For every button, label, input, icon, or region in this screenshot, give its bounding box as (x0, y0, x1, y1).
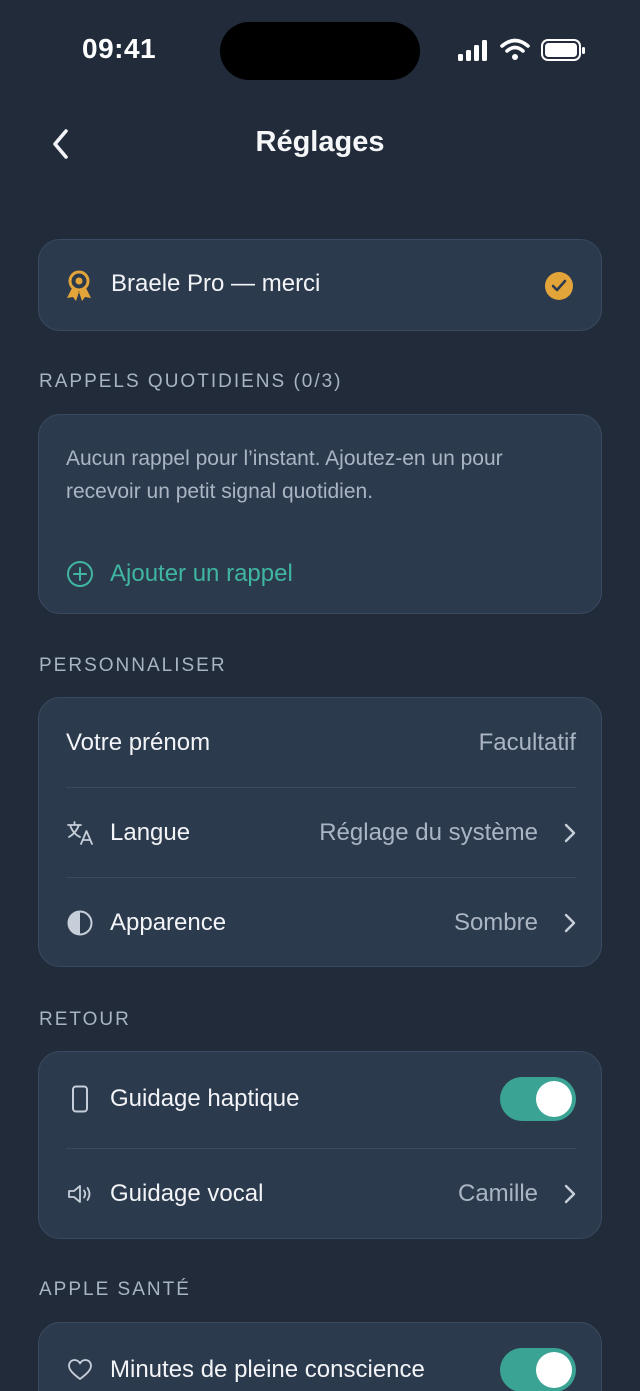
translate-icon (66, 819, 94, 847)
haptic-title: Guidage haptique (110, 1085, 300, 1112)
contrast-icon (66, 909, 94, 937)
chevron-right-icon (552, 911, 576, 935)
chevron-right-icon (552, 821, 576, 845)
pro-status-card[interactable]: Braele Pro — merci (38, 239, 602, 331)
reminders-card: Aucun rappel pour l’instant. Ajoutez-en … (38, 414, 602, 614)
nav-bar: Réglages (0, 108, 640, 180)
chevron-right-icon (552, 1182, 576, 1206)
add-reminder-button[interactable]: Ajouter un rappel (66, 556, 293, 592)
toggle-knob (536, 1081, 572, 1117)
toggle-knob (536, 1352, 572, 1388)
personalize-section-label: PERSONNALISER (39, 655, 227, 676)
signal-wifi-battery-icon (458, 38, 585, 61)
first-name-field[interactable]: Facultatif (479, 729, 576, 757)
haptic-toggle[interactable] (500, 1077, 576, 1121)
status-time: 09:41 (82, 33, 157, 64)
haptic-row: Guidage haptique (66, 1054, 576, 1144)
mindful-minutes-row: Minutes de pleine conscience (66, 1325, 576, 1391)
mindful-minutes-title: Minutes de pleine conscience (110, 1356, 425, 1383)
language-value: Réglage du système (319, 819, 538, 846)
dynamic-island (220, 22, 420, 80)
status-icons (456, 36, 588, 66)
reminders-empty-text: Aucun rappel pour l’instant. Ajoutez-en … (66, 447, 503, 503)
language-title: Langue (110, 819, 191, 846)
check-circle-icon (545, 272, 573, 300)
status-bar: 09:41 (0, 0, 640, 100)
voice-guidance-row[interactable]: Guidage vocal Camille (66, 1149, 576, 1239)
reminders-section-label: RAPPELS QUOTIDIENS (0/3) (39, 371, 343, 392)
mindful-minutes-toggle[interactable] (500, 1348, 576, 1391)
plus-circle-icon (67, 561, 93, 587)
appearance-value: Sombre (453, 909, 538, 936)
page-title: Réglages (255, 126, 385, 158)
health-card: Minutes de pleine conscience (38, 1322, 602, 1391)
voice-guidance-value: Camille (457, 1180, 538, 1207)
personalize-card: Votre prénom Facultatif Langue Réglage d… (38, 697, 602, 967)
language-row[interactable]: Langue Réglage du système (66, 788, 576, 878)
first-name-row[interactable]: Votre prénom Facultatif (66, 698, 576, 788)
health-section-label: APPLE SANTÉ (39, 1279, 191, 1300)
pro-label: Braele Pro — merci (111, 270, 321, 297)
add-reminder-label: Ajouter un rappel (110, 560, 293, 587)
feedback-section-label: RETOUR (39, 1009, 131, 1030)
award-badge-icon (65, 270, 93, 307)
feedback-card: Guidage haptique Guidage vocal Camille (38, 1051, 602, 1239)
phone-icon (66, 1085, 94, 1113)
voice-guidance-title: Guidage vocal (110, 1180, 264, 1207)
first-name-title: Votre prénom (66, 729, 211, 756)
appearance-title: Apparence (110, 909, 227, 936)
appearance-row[interactable]: Apparence Sombre (66, 878, 576, 968)
speaker-icon (66, 1180, 94, 1208)
heart-icon (66, 1356, 94, 1384)
